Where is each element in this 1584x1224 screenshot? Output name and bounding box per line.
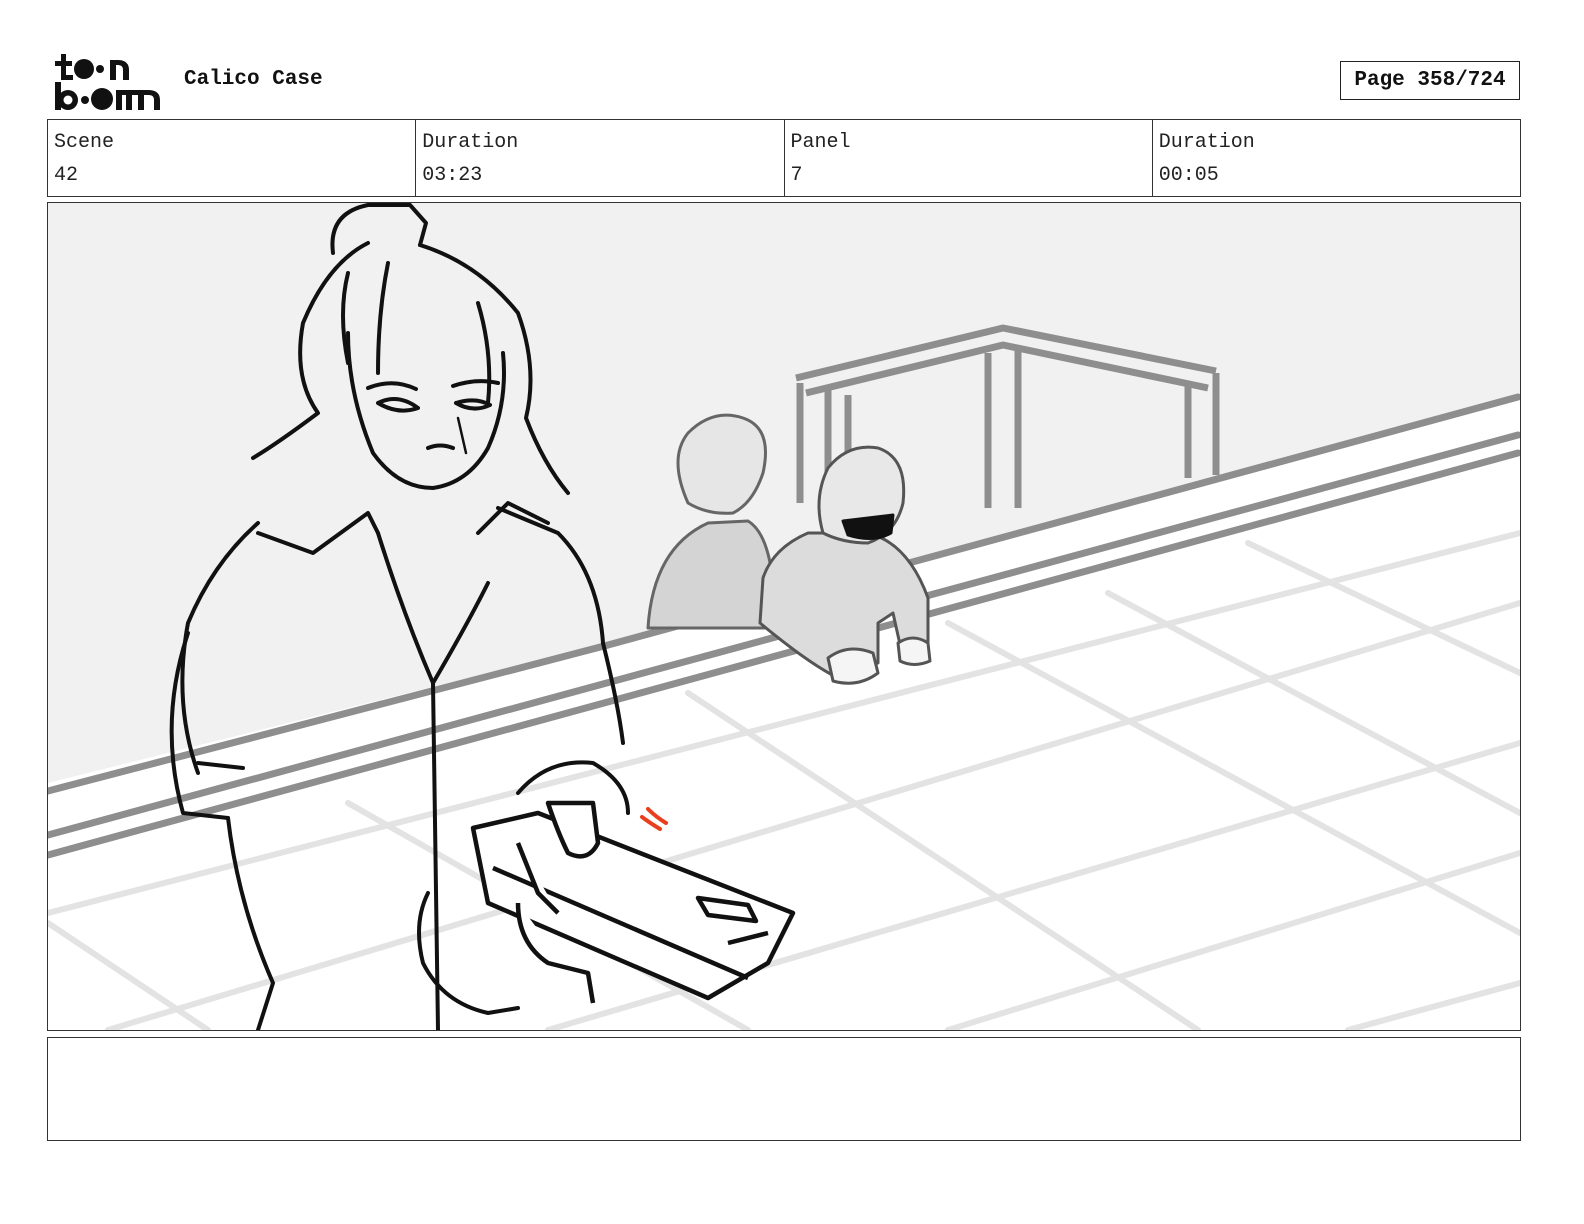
scene-value: 42 bbox=[54, 164, 79, 187]
scene-info-table: Scene 42 Duration 03:23 Panel 7 Duration… bbox=[47, 119, 1521, 197]
pistol bbox=[470, 800, 796, 1004]
storyboard-panel bbox=[47, 202, 1521, 1031]
scene-duration-label: Duration bbox=[422, 131, 519, 154]
panel-duration-value: 00:05 bbox=[1158, 164, 1219, 187]
project-title: Calico Case bbox=[184, 68, 323, 91]
panel-duration-label: Duration bbox=[1158, 131, 1255, 154]
panel-cell: Panel 7 bbox=[785, 120, 1153, 196]
scene-duration-cell: Duration 03:23 bbox=[416, 120, 785, 196]
panel-label: Panel bbox=[790, 131, 851, 154]
accent-mark bbox=[640, 807, 668, 831]
scene-duration-value: 03:23 bbox=[422, 164, 483, 187]
toonboom-logo bbox=[52, 50, 164, 112]
scene-label: Scene bbox=[54, 131, 115, 154]
panel-drawing bbox=[48, 203, 1520, 1030]
notes-box bbox=[47, 1037, 1521, 1141]
panel-value: 7 bbox=[790, 164, 803, 187]
panel-duration-cell: Duration 00:05 bbox=[1153, 120, 1520, 196]
page-indicator: Page 358/724 bbox=[1340, 61, 1520, 100]
scene-cell: Scene 42 bbox=[48, 120, 417, 196]
